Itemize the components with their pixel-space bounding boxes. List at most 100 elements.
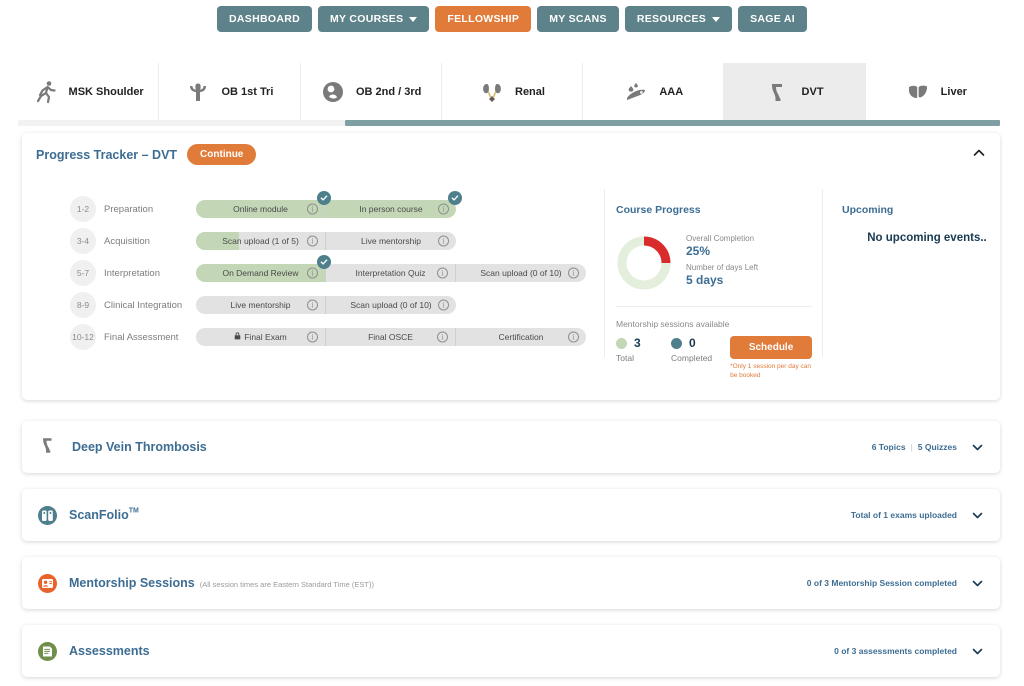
progress-segment-label: Live mentorship [230, 300, 291, 310]
info-icon[interactable]: i [307, 331, 318, 343]
stage-segment-track: Scan upload (1 of 5) i Live mentorship i [196, 232, 456, 250]
leg-icon [38, 434, 60, 461]
specialty-tab-ob-2nd-3rd[interactable]: OB 2nd / 3rd [301, 63, 442, 120]
chevron-down-icon[interactable] [971, 509, 984, 522]
chevron-down-icon[interactable] [971, 577, 984, 590]
progress-segment[interactable]: Final OSCE i [326, 328, 456, 346]
info-icon[interactable]: i [307, 203, 318, 215]
progress-stage-row: 1-2 Preparation Online module i In person co… [70, 191, 590, 225]
nav-item-my-scans[interactable]: MY SCANS [537, 6, 619, 32]
stage-name: Interpretation [104, 267, 160, 279]
specialty-tab-msk-shoulder[interactable]: MSK Shoulder [18, 63, 160, 120]
chevron-up-icon[interactable] [972, 146, 986, 160]
info-icon[interactable]: i [307, 267, 318, 279]
progress-segment[interactable]: Interpretation Quiz i [326, 264, 456, 282]
progress-segment[interactable]: In person course i [326, 191, 462, 218]
specialty-tab-aaa[interactable]: AAA [583, 63, 725, 120]
trademark-mark: TM [128, 507, 139, 515]
nav-item-sage-ai[interactable]: SAGE AI [738, 6, 807, 32]
nav-item-label: SAGE AI [750, 13, 795, 25]
uterus-icon [185, 79, 211, 105]
specialty-tab-liver[interactable]: Liver [866, 63, 1006, 120]
specialty-tab-bar: MSK Shoulder OB 1st Tri OB 2nd / 3rd Renal A… [18, 63, 1006, 120]
lock-icon [234, 332, 241, 342]
info-icon[interactable]: i [307, 235, 318, 247]
specialty-tab-label: DVT [801, 85, 824, 98]
specialty-tab-label: OB 2nd / 3rd [356, 85, 422, 98]
divider [616, 306, 812, 307]
nav-item-fellowship[interactable]: FELLOWSHIP [435, 6, 532, 32]
accordion-deep-vein-thrombosis[interactable]: Deep Vein Thrombosis 6 Topics | 5 Quizzes [22, 421, 1000, 473]
panel-divider-2 [822, 189, 823, 357]
nav-item-resources[interactable]: RESOURCES [624, 6, 733, 32]
accordion-assessments[interactable]: Assessments 0 of 3 assessments completed [22, 625, 1000, 677]
progress-segment-label: Interpretation Quiz [355, 268, 426, 278]
progress-segment[interactable]: Scan upload (1 of 5) i [196, 232, 326, 250]
info-icon[interactable]: i [438, 235, 449, 247]
specialty-tab-renal[interactable]: Renal [442, 63, 584, 120]
progress-segment[interactable]: On Demand Review i [196, 255, 331, 282]
mentorship-total-count: 3 [634, 336, 641, 350]
progress-segment[interactable]: Live mentorship i [326, 232, 456, 250]
stage-week-range: 10-12 [70, 324, 96, 350]
tab-underline-inactive [18, 120, 345, 126]
accordion-title: Mentorship Sessions [69, 576, 195, 590]
stage-name: Clinical Integration [104, 299, 183, 311]
progress-segment-label: Final OSCE [368, 332, 413, 342]
info-icon[interactable]: i [438, 299, 449, 311]
progress-segment[interactable]: Live mentorship i [196, 296, 326, 314]
accordion-meta-primary: 0 of 3 Mentorship Session completed [806, 578, 957, 588]
info-icon[interactable]: i [437, 267, 448, 279]
stage-week-range: 8-9 [70, 292, 96, 318]
progress-tracker-header: Progress Tracker – DVT Continue [36, 144, 257, 165]
progress-segment-label: Scan upload (0 of 10) [350, 300, 432, 310]
chevron-down-icon[interactable] [971, 645, 984, 658]
accordion-title-wrap: ScanFolioTM [69, 506, 139, 524]
check-badge-icon [317, 191, 331, 205]
progress-segment[interactable]: Scan upload (0 of 10) i [456, 264, 586, 282]
progress-stage-row: 5-7 Interpretation On Demand Review i Interp… [70, 255, 590, 289]
stage-segment-track: Live mentorship i Scan upload (0 of 10) i [196, 296, 456, 314]
fetus-icon [320, 79, 346, 105]
panel-divider-1 [604, 189, 605, 357]
aorta-icon [623, 79, 649, 105]
accordion-scanfolio[interactable]: ScanFolioTM Total of 1 exams uploaded [22, 489, 1000, 541]
specialty-tab-label: MSK Shoulder [68, 85, 144, 98]
specialty-tab-dvt[interactable]: DVT [724, 63, 866, 120]
overall-completion-value: 25% [686, 244, 711, 258]
info-icon[interactable]: i [568, 267, 579, 279]
chevron-down-icon[interactable] [971, 441, 984, 454]
nav-item-label: MY SCANS [549, 13, 607, 25]
schedule-button[interactable]: Schedule [730, 336, 813, 359]
info-icon[interactable]: i [438, 203, 449, 215]
mentorship-icon [38, 573, 57, 593]
chevron-down-icon [712, 16, 721, 22]
nav-item-my-courses[interactable]: MY COURSES [317, 6, 430, 32]
progress-stage-list: 1-2 Preparation Online module i In person co… [70, 191, 590, 353]
accordion-header-right: 0 of 3 assessments completed [834, 645, 984, 658]
info-icon[interactable]: i [437, 331, 448, 343]
accordion-meta-primary: 0 of 3 assessments completed [834, 646, 957, 656]
progress-segment[interactable]: Certification i [456, 328, 586, 346]
meta-separator: | [910, 442, 913, 452]
progress-segment[interactable]: Scan upload (0 of 10) i [326, 296, 456, 314]
days-left-label: Number of days Left [686, 263, 759, 272]
nav-item-label: DASHBOARD [229, 13, 300, 25]
accordion-mentorship-sessions[interactable]: Mentorship Sessions (All session times ar… [22, 557, 1000, 609]
info-icon[interactable]: i [568, 331, 579, 343]
specialty-tab-ob-1st-tri[interactable]: OB 1st Tri [159, 63, 301, 120]
tab-underline-active [345, 120, 1000, 126]
continue-button[interactable]: Continue [187, 144, 257, 165]
accordion-meta: 0 of 3 assessments completed [834, 646, 957, 656]
info-icon[interactable]: i [307, 299, 318, 311]
nav-item-dashboard[interactable]: DASHBOARD [217, 6, 312, 32]
progress-segment[interactable]: Online module i [196, 191, 331, 218]
specialty-tab-label: OB 1st Tri [221, 85, 274, 98]
accordion-header-left: Deep Vein Thrombosis [38, 434, 872, 461]
accordion-header-right: Total of 1 exams uploaded [851, 509, 984, 522]
stage-segment-track: Final Exam i Final OSCE i Certification i [196, 328, 586, 346]
stage-segment-track: Online module i In person course i [196, 191, 462, 218]
accordion-title-wrap: Deep Vein Thrombosis [72, 438, 207, 456]
accordion-title: Deep Vein Thrombosis [72, 440, 207, 454]
progress-segment[interactable]: Final Exam i [196, 328, 326, 346]
